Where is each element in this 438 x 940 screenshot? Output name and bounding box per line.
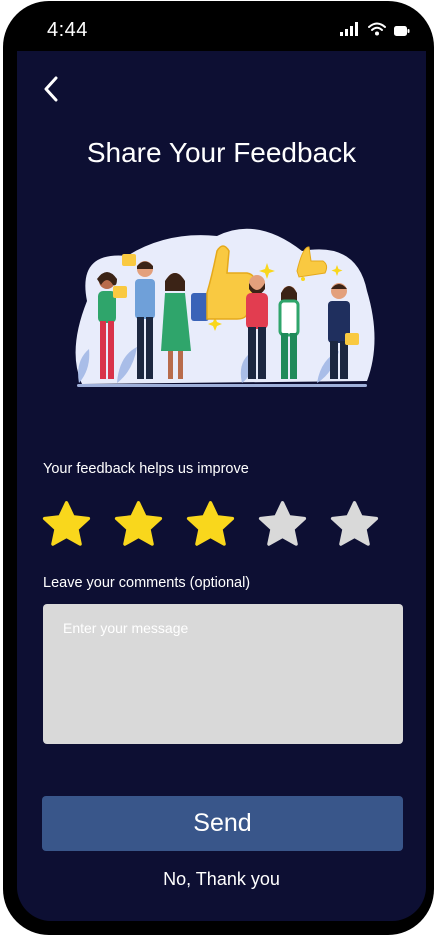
star-filled-icon[interactable]	[41, 499, 92, 550]
phone-frame: 4:44 Share Your Feedback Your feedback h…	[3, 1, 434, 935]
page-title: Share Your Feedback	[86, 137, 357, 168]
cellular-signal-icon	[340, 22, 358, 36]
rating-label: Your feedback helps us improve	[43, 461, 249, 477]
star-filled-icon[interactable]	[185, 499, 236, 550]
star-rating	[41, 499, 380, 551]
back-button[interactable]	[35, 69, 67, 109]
status-bar: 4:44	[17, 9, 426, 51]
comment-input[interactable]	[43, 604, 403, 744]
star-empty-icon[interactable]	[257, 499, 308, 550]
star-filled-icon[interactable]	[113, 499, 164, 550]
star-empty-icon[interactable]	[329, 499, 380, 550]
send-button[interactable]: Send	[42, 796, 403, 851]
status-time: 4:44	[47, 19, 88, 41]
chevron-left-icon	[44, 76, 58, 102]
feedback-screen: Share Your Feedback Your feedback helps …	[17, 51, 426, 921]
battery-icon	[394, 26, 410, 36]
wifi-icon	[368, 22, 386, 36]
comments-label: Leave your comments (optional)	[43, 575, 251, 591]
team-thumbs-up-illustration	[75, 228, 375, 387]
status-icons	[340, 22, 410, 36]
no-thank-you-link[interactable]: No, Thank you	[17, 869, 426, 890]
